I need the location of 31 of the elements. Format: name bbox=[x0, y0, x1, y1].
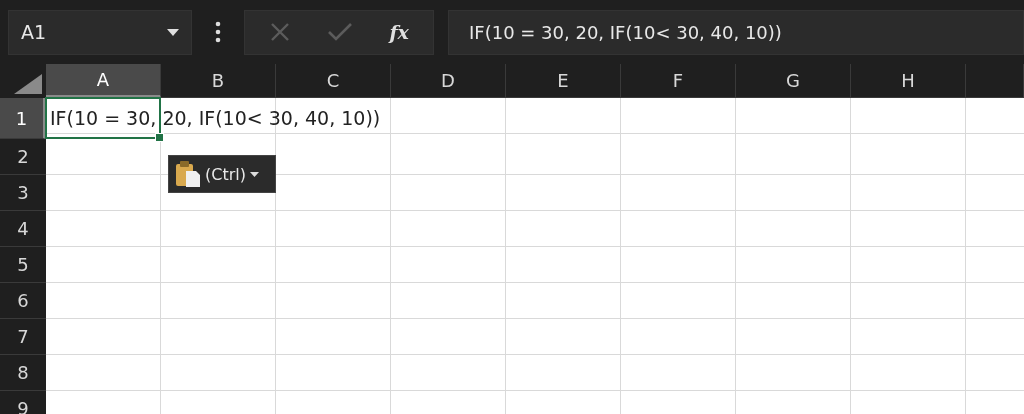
column-header[interactable]: D bbox=[391, 64, 506, 98]
row-header[interactable]: 3 bbox=[0, 175, 46, 211]
formula-bar[interactable]: IF(10 = 30, 20, IF(10< 30, 40, 10)) bbox=[448, 9, 1024, 55]
column-header[interactable]: C bbox=[276, 64, 391, 98]
row-header[interactable]: 7 bbox=[0, 319, 46, 355]
dropdown-caret-icon bbox=[249, 171, 259, 177]
column-header[interactable]: H bbox=[851, 64, 966, 98]
row-header[interactable]: 2 bbox=[0, 139, 46, 175]
name-box[interactable]: A1 bbox=[8, 9, 192, 55]
column-header[interactable]: B bbox=[161, 64, 276, 98]
clipboard-icon bbox=[175, 160, 201, 188]
more-options-icon[interactable] bbox=[215, 21, 221, 43]
close-icon bbox=[269, 21, 292, 43]
column-header[interactable]: F bbox=[621, 64, 736, 98]
cell-text: IF(10 = 30, 20, IF(10< 30, 40, 10)) bbox=[50, 107, 381, 130]
corner-triangle-icon bbox=[14, 74, 42, 94]
row-header[interactable]: 5 bbox=[0, 247, 46, 283]
checkmark-icon bbox=[327, 21, 354, 43]
dropdown-caret-icon bbox=[167, 28, 179, 36]
column-header[interactable]: G bbox=[736, 64, 851, 98]
fill-handle[interactable] bbox=[155, 133, 164, 142]
select-all-button[interactable] bbox=[0, 64, 46, 98]
row-header[interactable]: 1 bbox=[0, 98, 46, 139]
insert-function-button[interactable]: fx bbox=[389, 21, 409, 43]
row-header[interactable]: 8 bbox=[0, 355, 46, 391]
column-header[interactable]: A bbox=[46, 64, 161, 98]
row-header[interactable]: 6 bbox=[0, 283, 46, 319]
column-header[interactable]: E bbox=[506, 64, 621, 98]
row-header[interactable]: 4 bbox=[0, 211, 46, 247]
name-box-value: A1 bbox=[21, 21, 47, 43]
paste-options-menu[interactable]: (Ctrl) bbox=[168, 155, 276, 193]
